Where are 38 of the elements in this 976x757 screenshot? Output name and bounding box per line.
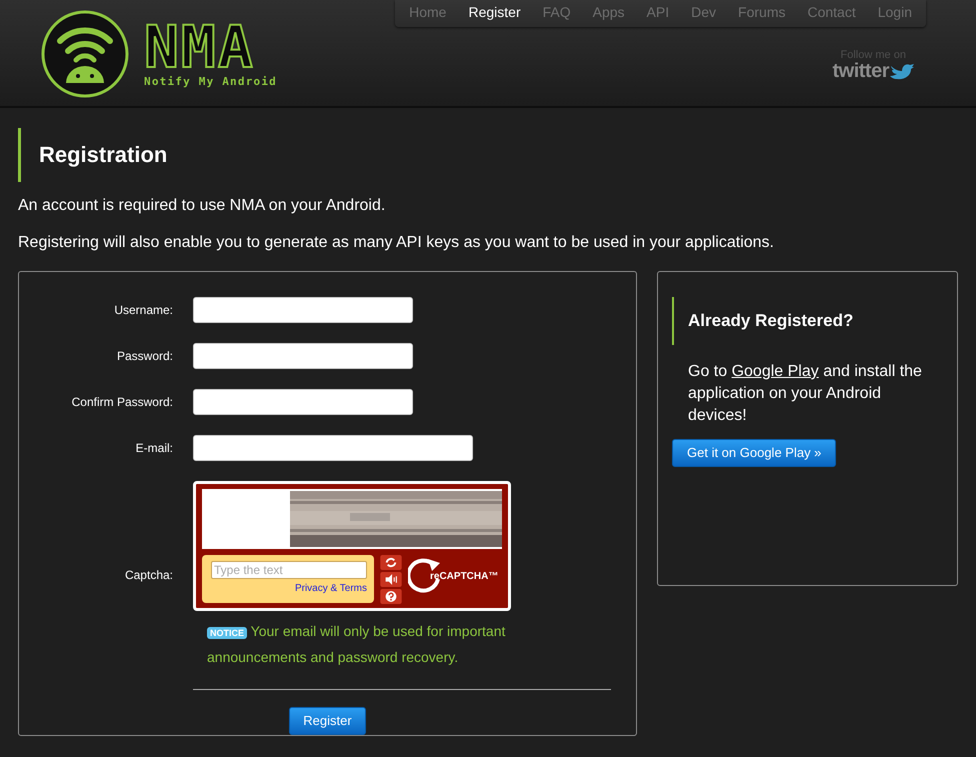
field-label: Username:	[114, 303, 173, 317]
nav-link[interactable]: Apps	[592, 4, 625, 21]
recaptcha-logo: reCAPTCHA™	[430, 570, 498, 582]
speaker-icon[interactable]	[380, 572, 402, 587]
nav-link[interactable]: Forums	[738, 4, 786, 21]
intro-text: Registering will also enable you to generate as many API keys as you want to be used in your applications.	[18, 233, 774, 253]
refresh-icon[interactable]	[380, 555, 402, 570]
sidebar-text: Go to Google Play and install the application on your Android devices!	[688, 362, 923, 426]
nav-link[interactable]: Contact	[807, 4, 856, 21]
google-play-link[interactable]: Google Play	[732, 363, 819, 380]
android-signal-icon	[40, 9, 130, 99]
intro-text: An account is required to use NMA on your Android.	[18, 196, 386, 216]
nav-link[interactable]: Login	[878, 4, 912, 21]
input-field[interactable]	[193, 435, 473, 461]
page-title: Registration	[39, 141, 168, 169]
field-label: E-mail:	[136, 441, 173, 455]
bird-icon[interactable]	[890, 62, 914, 80]
nav-link[interactable]: Dev	[691, 4, 716, 21]
privacy-terms-link[interactable]: Privacy & Terms	[294, 583, 367, 594]
sidebar-title: Already Registered?	[688, 311, 854, 331]
help-icon[interactable]	[380, 589, 402, 604]
nav-link[interactable]: Home	[409, 4, 446, 21]
field-label: Captcha:	[124, 568, 173, 582]
field-label: Password:	[116, 349, 173, 363]
field-label: Confirm Password:	[72, 395, 173, 409]
input-field[interactable]	[193, 389, 413, 415]
nav-link[interactable]: Register	[468, 4, 521, 21]
twitter-link[interactable]: twitter	[832, 61, 889, 81]
logo-subtitle: Notify My Android	[144, 75, 277, 88]
input-field[interactable]	[193, 343, 413, 369]
google-play-button[interactable]: Get it on Google Play »	[672, 439, 836, 467]
nav-link[interactable]: FAQ	[542, 4, 571, 21]
logo-title: NMA	[144, 21, 255, 73]
register-button[interactable]: Register	[289, 707, 366, 735]
captcha-input-field[interactable]: Type the text	[211, 561, 367, 579]
nav-link[interactable]: API	[646, 4, 670, 21]
notice-text: NOTICE Your email will only be used for important announcements and password recovery.	[207, 622, 506, 667]
input-field[interactable]	[193, 297, 413, 323]
